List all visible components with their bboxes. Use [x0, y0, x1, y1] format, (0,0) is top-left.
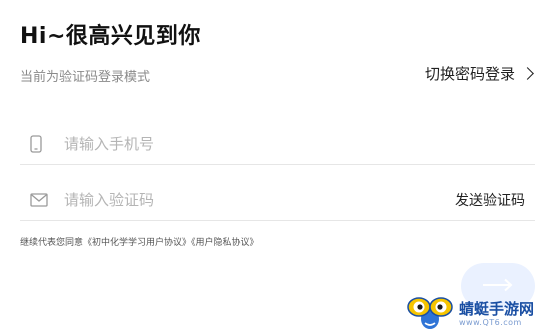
phone-icon [30, 133, 56, 155]
arrow-right-icon [482, 277, 514, 296]
agreement-text: 继续代表您同意《初中化学学习用户协议》《用户隐私协议》 [20, 235, 259, 248]
switch-password-login-label: 切换密码登录 [424, 65, 515, 83]
phone-field [20, 124, 535, 165]
privacy-protocol-link[interactable]: 《用户隐私协议》 [191, 238, 259, 248]
dragonfly-logo-icon [405, 293, 455, 335]
watermark-url: www.QT6.com [459, 317, 522, 327]
chevron-right-icon [521, 67, 534, 80]
phone-input[interactable] [62, 134, 535, 154]
login-mode-hint: 当前为验证码登录模式 [20, 70, 151, 85]
switch-password-login-button[interactable]: 切换密码登录 [424, 63, 534, 84]
mail-icon [30, 189, 56, 211]
agreement-prefix: 继续代表您同意 [20, 238, 84, 248]
watermark-name: 蜻蜓手游网 [459, 299, 535, 318]
page-title: Hi~很高兴见到你 [20, 24, 201, 49]
verification-code-input[interactable] [62, 190, 455, 210]
send-code-button[interactable]: 发送验证码 [455, 190, 525, 210]
user-protocol-link[interactable]: 《初中化学学习用户协议》 [83, 238, 191, 248]
watermark: 蜻蜓手游网 www.QT6.com [405, 294, 534, 334]
verification-code-field: 发送验证码 [20, 180, 535, 221]
